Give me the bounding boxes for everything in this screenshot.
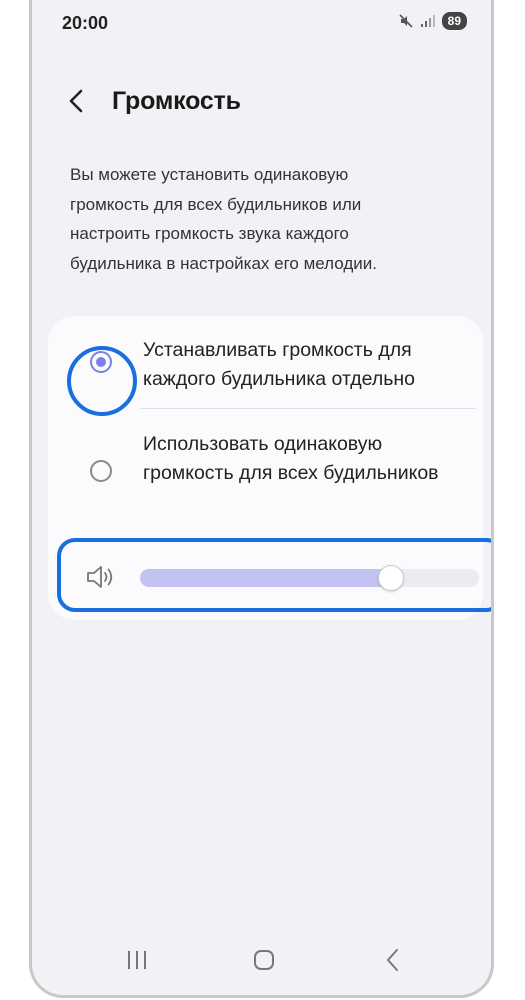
signal-icon — [420, 15, 435, 27]
chevron-left-icon[interactable] — [64, 86, 88, 116]
radio-unselected-icon[interactable] — [90, 460, 112, 482]
phone-screen: 20:00 89 Громкость Вы можете установить … — [29, 0, 494, 998]
volume-options-card: Устанавливать громкость для каждого буди… — [48, 316, 491, 620]
header: Громкость — [32, 80, 491, 124]
recent-apps-icon[interactable] — [117, 940, 157, 980]
battery-icon: 89 — [441, 12, 467, 30]
volume-slider-thumb[interactable] — [378, 565, 404, 591]
option-same-volume[interactable]: Использовать одинаковую громкость для вс… — [48, 430, 483, 516]
option-label: Использовать одинаковую громкость для вс… — [143, 433, 439, 484]
speaker-icon — [87, 566, 113, 588]
home-icon[interactable] — [244, 940, 284, 980]
navigation-bar — [32, 940, 491, 980]
option-label: Устанавливать громкость для каждого буди… — [143, 339, 415, 390]
volume-slider-row — [57, 538, 491, 612]
status-bar: 20:00 89 — [32, 0, 491, 46]
back-icon[interactable] — [372, 940, 412, 980]
option-individual-volume[interactable]: Устанавливать громкость для каждого буди… — [48, 334, 483, 416]
status-time: 20:00 — [62, 13, 109, 33]
volume-slider[interactable] — [140, 565, 479, 591]
page-title: Громкость — [112, 87, 241, 115]
description-text: Вы можете установить одинаковую громкост… — [70, 165, 378, 273]
volume-slider-fill — [140, 569, 391, 587]
divider — [140, 408, 476, 409]
radio-selected-icon[interactable] — [90, 351, 112, 373]
status-icons: 89 — [398, 12, 467, 30]
mute-icon — [399, 14, 413, 28]
